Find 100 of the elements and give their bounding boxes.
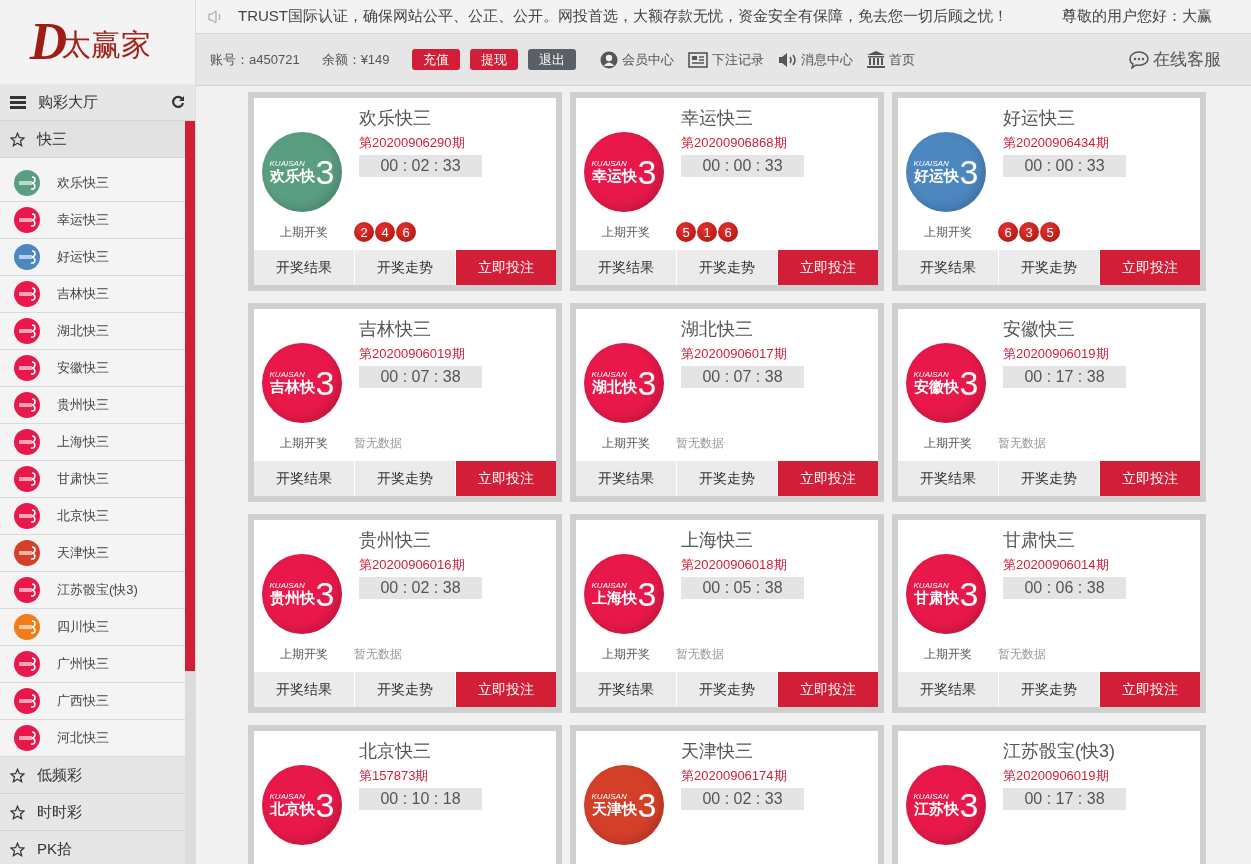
card-button[interactable]: 开奖结果 [898, 461, 998, 496]
chat-icon [1129, 50, 1149, 69]
bank-icon [866, 51, 885, 68]
last-draw-label: 上期开奖 [601, 223, 651, 241]
star-icon [10, 841, 25, 857]
result-ball: 6 [998, 222, 1018, 242]
card-button[interactable]: 立即投注 [456, 461, 556, 496]
period-number: 第20200906290期 [359, 134, 465, 152]
lottery-name: 天津快三 [681, 740, 753, 763]
user-icon [599, 50, 618, 69]
no-data-text: 暂无数据 [998, 434, 1046, 452]
star-icon [10, 131, 25, 147]
period-number: 第20200906019期 [1003, 345, 1109, 363]
last-draw-label: 上期开奖 [279, 223, 329, 241]
countdown-timer: 00 : 02 : 33 [681, 788, 804, 810]
list-icon [10, 95, 26, 109]
refresh-icon[interactable] [171, 95, 185, 109]
action-button[interactable]: 提现 [469, 49, 518, 70]
card-button[interactable]: 立即投注 [778, 672, 878, 707]
lottery-name: 好运快三 [1003, 107, 1075, 130]
last-draw-label: 上期开奖 [601, 434, 651, 452]
card-button[interactable]: 立即投注 [456, 250, 556, 285]
countdown-timer: 00 : 07 : 38 [359, 366, 482, 388]
result-ball: 6 [396, 222, 416, 242]
period-number: 第20200906019期 [359, 345, 465, 363]
card-button[interactable]: 开奖结果 [898, 250, 998, 285]
card-button[interactable]: 开奖结果 [254, 250, 354, 285]
card-button[interactable]: 立即投注 [778, 461, 878, 496]
card-button[interactable]: 开奖走势 [355, 672, 455, 707]
countdown-timer: 00 : 10 : 18 [359, 788, 482, 810]
nav-link[interactable]: 下注记录 [687, 50, 764, 69]
nav-link[interactable]: 首页 [866, 50, 915, 69]
card-button[interactable]: 开奖结果 [254, 672, 354, 707]
newspaper-icon [687, 51, 708, 68]
lottery-name: 湖北快三 [681, 318, 753, 341]
period-number: 第20200906019期 [1003, 767, 1109, 785]
sidebar-title: 购彩大厅 [38, 92, 99, 112]
lottery-name: 北京快三 [359, 740, 431, 763]
category-header[interactable]: 快三 [0, 121, 185, 158]
last-draw-label: 上期开奖 [279, 434, 329, 452]
nav-link[interactable]: 消息中心 [777, 50, 853, 69]
last-draw-label: 上期开奖 [923, 645, 973, 663]
result-ball: 3 [1019, 222, 1039, 242]
card-button[interactable]: 开奖走势 [999, 461, 1099, 496]
card-button[interactable]: 开奖走势 [999, 672, 1099, 707]
card-button[interactable]: 立即投注 [778, 250, 878, 285]
no-data-text: 暂无数据 [676, 645, 724, 663]
card-button[interactable]: 开奖走势 [677, 250, 777, 285]
card-button[interactable]: 开奖走势 [355, 250, 455, 285]
countdown-timer: 00 : 02 : 38 [359, 577, 482, 599]
period-number: 第157873期 [359, 767, 429, 785]
card-button[interactable]: 开奖走势 [677, 672, 777, 707]
result-ball: 2 [354, 222, 374, 242]
card-button[interactable]: 开奖结果 [576, 672, 676, 707]
countdown-timer: 00 : 00 : 33 [681, 155, 804, 177]
online-service-link[interactable]: 在线客服 [1129, 48, 1221, 71]
action-button[interactable]: 退出 [527, 49, 576, 70]
no-data-text: 暂无数据 [354, 645, 402, 663]
lottery-name: 安徽快三 [1003, 318, 1075, 341]
period-number: 第20200906018期 [681, 556, 787, 574]
countdown-timer: 00 : 05 : 38 [681, 577, 804, 599]
brand-logo[interactable]: D太赢家 [0, 0, 195, 84]
countdown-timer: 00 : 06 : 38 [1003, 577, 1126, 599]
nav-link[interactable]: 会员中心 [599, 50, 674, 69]
lottery-name: 欢乐快三 [359, 107, 431, 130]
card-button[interactable]: 立即投注 [456, 672, 556, 707]
greeting-text: 尊敬的用户您好：大赢 [1062, 7, 1212, 26]
card-button[interactable]: 开奖走势 [355, 461, 455, 496]
last-draw-label: 上期开奖 [923, 223, 973, 241]
card-button[interactable]: 立即投注 [1100, 461, 1200, 496]
card-button[interactable]: 开奖结果 [576, 250, 676, 285]
action-button[interactable]: 充值 [411, 49, 460, 70]
notice-text: TRUST国际认证，确保网站公平、公正、公开。网投首选，大额存款无忧，资金安全有保障，免去您一切后顾之忧！ [238, 7, 1008, 26]
account-text: 账号：a450721 [210, 50, 300, 69]
card-button[interactable]: 立即投注 [1100, 672, 1200, 707]
last-draw-label: 上期开奖 [601, 645, 651, 663]
no-data-text: 暂无数据 [354, 434, 402, 452]
period-number: 第20200906434期 [1003, 134, 1109, 152]
card-button[interactable]: 开奖结果 [898, 672, 998, 707]
category-header[interactable]: 时时彩 [0, 794, 185, 831]
category-header[interactable]: 低频彩 [0, 757, 185, 794]
no-data-text: 暂无数据 [998, 645, 1046, 663]
card-button[interactable]: 开奖结果 [576, 461, 676, 496]
countdown-timer: 00 : 17 : 38 [1003, 788, 1126, 810]
lottery-name: 甘肃快三 [1003, 529, 1075, 552]
period-number: 第20200906017期 [681, 345, 787, 363]
scrollbar-thumb[interactable] [185, 121, 195, 671]
card-button[interactable]: 立即投注 [1100, 250, 1200, 285]
result-ball: 4 [375, 222, 395, 242]
category-header[interactable]: PK拾 [0, 831, 185, 864]
card-button[interactable]: 开奖结果 [254, 461, 354, 496]
card-button[interactable]: 开奖走势 [999, 250, 1099, 285]
countdown-timer: 00 : 02 : 33 [359, 155, 482, 177]
countdown-timer: 00 : 07 : 38 [681, 366, 804, 388]
card-button[interactable]: 开奖走势 [677, 461, 777, 496]
no-data-text: 暂无数据 [676, 434, 724, 452]
result-ball: 5 [1040, 222, 1060, 242]
period-number: 第20200906174期 [681, 767, 787, 785]
result-ball: 5 [676, 222, 696, 242]
star-icon [10, 804, 25, 820]
